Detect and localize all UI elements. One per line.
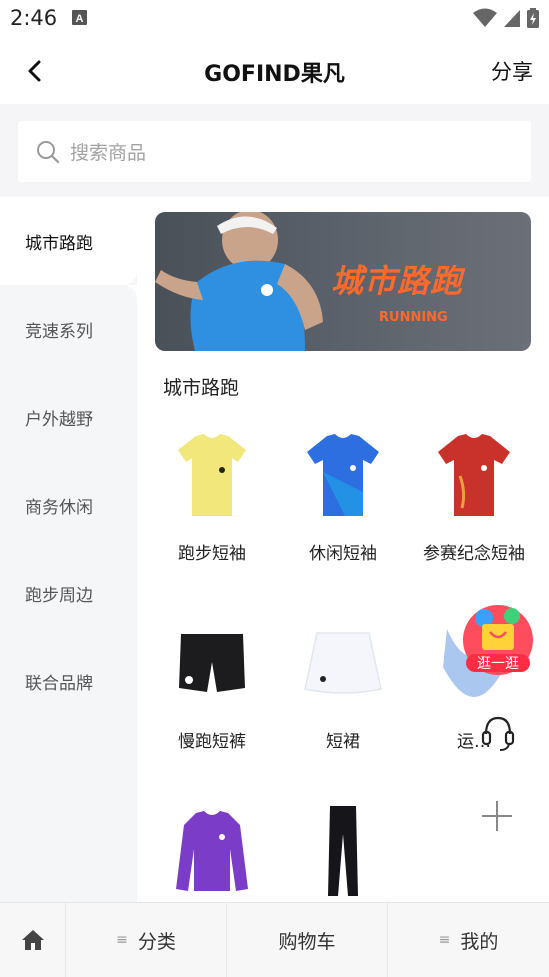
sidebar-item-racing[interactable]: 竞速系列 [0,285,137,373]
search-area: 搜索商品 [0,104,549,197]
sidebar-item-label: 跑步周边 [25,585,93,606]
add-button[interactable] [479,798,515,834]
black-leggings-icon [278,801,408,901]
blue-tshirt-icon [278,425,408,525]
product-item[interactable] [278,801,408,901]
purple-longsleeve-icon [147,801,277,901]
sidebar-item-trail[interactable]: 户外越野 [0,373,137,461]
product-label: 运… [457,732,491,752]
sidebar-item-city-run[interactable]: 城市路跑 [0,197,137,285]
product-panel: 城市路跑 RUNNING 城市路跑 跑步短袖 休闲短袖 参赛纪念短袖 慢跑短裤 … [137,197,549,902]
app-screen: 2:46 A GOFIND果凡 分享 搜索商品 城市路跑 竞速系列 户外越野 商… [0,0,549,977]
sidebar-item-accessories[interactable]: 跑步周边 [0,549,137,637]
battery-charging-icon [527,8,539,28]
white-skirt-icon [278,613,408,713]
page-title: GOFIND果凡 [204,62,345,87]
banner-subtitle: RUNNING [379,310,448,325]
search-icon [37,140,60,163]
product-label: 短裙 [326,732,360,752]
status-time: 2:46 [10,6,58,30]
nav-category-label: 分类 [137,930,176,953]
customer-service-button[interactable] [478,712,518,752]
sidebar-item-label: 商务休闲 [25,497,93,518]
product-item[interactable]: 慢跑短裤 [147,613,277,752]
red-tshirt-icon [409,425,539,525]
product-item[interactable]: 休闲短袖 [278,425,408,564]
nav-category[interactable]: ≡ 分类 [66,903,227,977]
sidebar-item-label: 户外越野 [25,409,93,430]
plus-icon [482,801,512,831]
signal-icon [504,10,520,27]
nav-me-label: 我的 [460,930,499,953]
home-icon [21,930,44,950]
product-item[interactable]: 参赛纪念短袖 [409,425,539,564]
shop-float-button[interactable]: 逛一逛 [462,602,534,678]
svg-text:A: A [76,13,84,25]
keyboard-a-icon: A [72,10,87,25]
product-label: 参赛纪念短袖 [423,544,525,564]
product-label: 慢跑短裤 [178,732,246,752]
nav-home[interactable] [0,903,66,977]
headset-icon [481,716,515,751]
nav-cart-label: 购物车 [278,930,336,953]
wifi-icon [473,8,497,27]
top-bar: GOFIND果凡 分享 [0,38,549,104]
status-bar: 2:46 A [0,0,549,38]
nav-me[interactable]: ≡ 我的 [388,903,549,977]
sidebar-item-label: 城市路跑 [25,233,93,254]
bottom-nav: ≡ 分类 购物车 ≡ 我的 [0,902,549,977]
sidebar-item-label: 联合品牌 [25,673,93,694]
product-item[interactable] [147,801,277,901]
search-input[interactable]: 搜索商品 [18,121,531,182]
category-banner[interactable]: 城市路跑 RUNNING [155,212,531,351]
product-item[interactable]: 短裙 [278,613,408,752]
product-label: 休闲短袖 [309,544,377,564]
product-label: 跑步短袖 [178,544,246,564]
sidebar-item-collab[interactable]: 联合品牌 [0,637,137,725]
banner-title: 城市路跑 [331,262,464,300]
category-sidebar: 城市路跑 竞速系列 户外越野 商务休闲 跑步周边 联合品牌 [0,197,137,902]
shop-badge-text: 逛一逛 [477,656,519,672]
search-placeholder: 搜索商品 [70,142,147,164]
share-button[interactable]: 分享 [491,56,533,86]
section-title: 城市路跑 [163,377,240,399]
product-item[interactable]: 跑步短袖 [147,425,277,564]
black-shorts-icon [147,613,277,713]
status-icons [473,8,539,28]
sidebar-item-business[interactable]: 商务休闲 [0,461,137,549]
menu-lines-icon: ≡ [116,932,128,948]
shopping-bag-icon: 逛一逛 [463,605,533,675]
nav-cart[interactable]: 购物车 [227,903,388,977]
menu-lines-icon: ≡ [438,932,451,948]
yellow-tshirt-icon [147,425,277,525]
sidebar-item-label: 竞速系列 [25,321,93,342]
